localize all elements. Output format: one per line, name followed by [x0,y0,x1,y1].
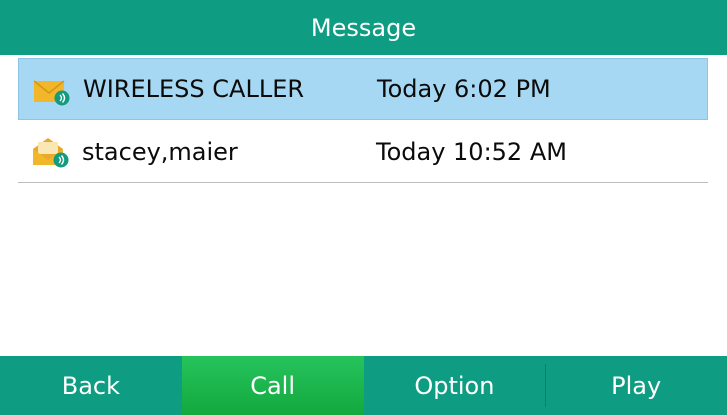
voicemail-envelope-icon [33,80,70,106]
call-softkey[interactable]: Call [181,356,364,415]
title-bar: Message [0,0,727,55]
back-softkey[interactable]: Back [0,356,182,415]
page-title: Message [310,13,417,42]
option-label: Option [414,371,495,400]
list-item[interactable]: WIRELESS CALLER Today 6:02 PM [18,58,708,120]
option-softkey[interactable]: Option [364,356,546,415]
voicemail-envelope-open-icon [33,138,69,168]
back-label: Back [61,371,120,400]
call-label: Call [250,371,296,400]
message-time: Today 6:02 PM [377,75,551,103]
message-time: Today 10:52 AM [376,137,567,166]
play-label: Play [611,371,662,400]
play-softkey[interactable]: Play [545,356,727,415]
list-item[interactable]: stacey,maier Today 10:52 AM [18,121,708,183]
caller-name: stacey,maier [82,137,238,166]
softkey-bar: Back Call Option Play [0,356,727,415]
caller-name: WIRELESS CALLER [83,75,305,103]
